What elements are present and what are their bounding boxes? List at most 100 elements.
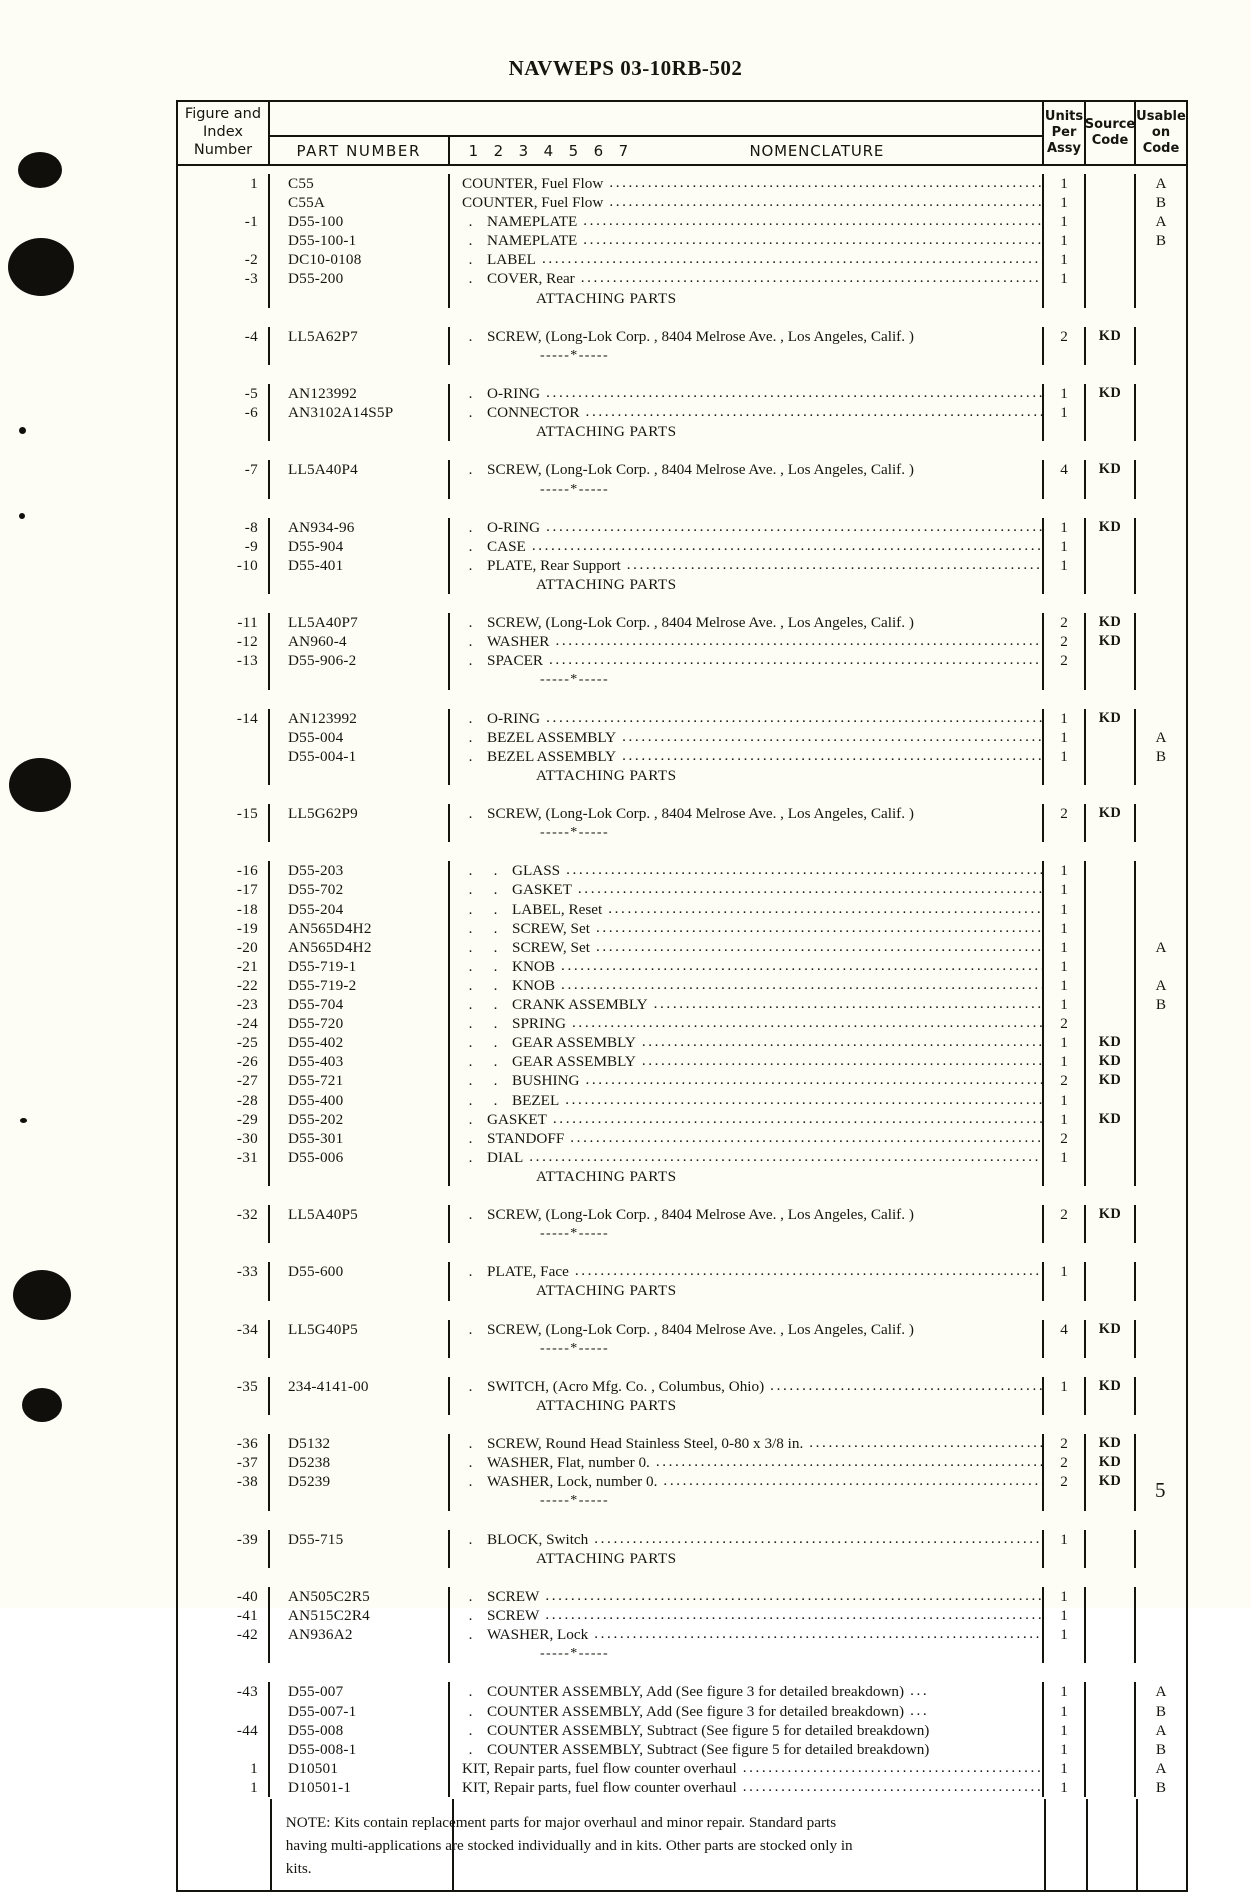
indent-dot: .: [468, 747, 473, 765]
attaching-parts-heading-row: ATTACHING PARTS: [178, 765, 1186, 785]
nomenclature-text: SCREW, (Long-Lok Corp. , 8404 Melrose Av…: [487, 327, 914, 345]
cell-usable-on-code: [1136, 1129, 1186, 1148]
cell-index: [178, 1338, 270, 1358]
nomenclature-text: PLATE, Face: [487, 1263, 569, 1281]
cell-units-per-assy: 2: [1044, 1205, 1086, 1225]
cell-usable-on-code: [1136, 1148, 1186, 1167]
dot-leader: [627, 556, 1042, 574]
cell-nomenclature: . BEZEL ASSEMBLY: [450, 746, 1044, 766]
cell-units-per-assy: [1044, 574, 1086, 595]
units-per-assy-line3: Assy: [1046, 140, 1081, 156]
cell-nomenclature: . SCREW, (Long-Lok Corp. , 8404 Melrose A…: [450, 326, 1044, 346]
section-separator-row: -----*-----: [178, 345, 1186, 365]
cell-usable-on-code: [1136, 346, 1186, 365]
nomenclature-line: . O-RING: [458, 384, 1042, 403]
table-row: -1D55-100. NAMEPLATE 1 A: [178, 212, 1186, 232]
table-row: 1C55COUNTER, Fuel Flow1A: [178, 174, 1186, 194]
cell-part-number: LL5A40P5: [270, 1205, 450, 1225]
cell-part-number: D5239: [270, 1472, 450, 1492]
cell-units-per-assy: [1044, 1281, 1086, 1301]
cell-part-number: LL5G40P5: [270, 1319, 450, 1339]
cell-nomenclature: .. CRANK ASSEMBLY: [450, 995, 1044, 1015]
cell-source-code: [1086, 975, 1136, 996]
cell-nomenclature: . SWITCH, (Acro Mfg. Co. , Columbus, Ohio…: [450, 1376, 1044, 1396]
cell-part-number: AN515C2R4: [270, 1606, 450, 1626]
indent-dot: .: [468, 1740, 473, 1758]
cell-usable-on-code: [1136, 1091, 1186, 1110]
cell-usable-on-code: [1136, 289, 1186, 308]
cell-source-code: [1086, 1644, 1136, 1664]
nomenclature-line: .. KNOB: [458, 957, 1042, 976]
cell-part-number: [270, 345, 450, 365]
cell-part-number: [270, 1281, 450, 1301]
cell-units-per-assy: 2: [1044, 613, 1086, 633]
cell-part-number: D55-008-1: [270, 1739, 450, 1759]
cell-usable-on-code: [1136, 1071, 1186, 1090]
cell-usable-on-code: [1136, 422, 1186, 441]
nomenclature-text: STANDOFF: [487, 1129, 565, 1147]
cell-index: 1: [178, 1758, 270, 1778]
cell-source-code: [1086, 1529, 1136, 1549]
cell-nomenclature: .. SCREW, Set: [450, 918, 1044, 938]
indent-dot: .: [468, 709, 473, 727]
indent-dot: .: [493, 996, 498, 1014]
cell-units-per-assy: 1: [1044, 975, 1086, 996]
note-right-columns: [1044, 1798, 1186, 1890]
cell-nomenclature: -----*-----: [450, 1224, 1044, 1244]
units-per-assy-line1: Units: [1044, 109, 1084, 125]
note-block: NOTE: Kits contain replacement parts for…: [178, 1798, 1186, 1890]
nomenclature-text: DIAL: [487, 1148, 524, 1166]
cell-nomenclature: ATTACHING PARTS: [450, 1166, 1044, 1186]
cell-part-number: [270, 1644, 450, 1664]
indent-dot: .: [468, 976, 473, 994]
cell-usable-on-code: A: [1155, 728, 1167, 746]
dot-leader: [532, 537, 1042, 555]
cell-units-per-assy: 1: [1044, 1758, 1086, 1778]
cell-index: -4: [178, 326, 270, 346]
nomenclature-line: .. SCREW, Set: [458, 938, 1042, 957]
cell-source-code: [1086, 1281, 1136, 1301]
nomenclature-line: . CONNECTOR: [458, 403, 1042, 422]
cell-usable-on-code: [1136, 1377, 1186, 1396]
dot-leader: [583, 231, 1042, 249]
indent-dot: .: [468, 1683, 473, 1701]
table-row: 1 D10501-1 KIT, Repair parts, fuel flow co…: [178, 1777, 1186, 1797]
cell-index: -1: [178, 212, 270, 232]
indent-dot: .: [493, 1034, 498, 1052]
nomenclature-text: WASHER: [487, 633, 550, 651]
cell-index: [178, 823, 270, 843]
nomenclature-line: . SCREW: [458, 1606, 1042, 1625]
cell-nomenclature: . SCREW, (Long-Lok Corp. , 8404 Melrose A…: [450, 804, 1044, 824]
cell-nomenclature: ATTACHING PARTS: [450, 1396, 1044, 1416]
indent-dot: .: [468, 633, 473, 651]
indent-dot: .: [468, 1377, 473, 1395]
cell-index: [178, 1548, 270, 1568]
cell-index: -14: [178, 708, 270, 728]
scan-speck: [19, 427, 26, 434]
table-row: D55-004. BEZEL ASSEMBLY 1 A: [178, 727, 1186, 747]
indent-dot: .: [468, 1530, 473, 1548]
nomenclature-text: SCREW, (Long-Lok Corp. , 8404 Melrose Av…: [487, 1320, 914, 1338]
cell-usable-on-code: [1136, 900, 1186, 919]
cell-usable-on-code: [1136, 1339, 1186, 1358]
separator-stars: -----*-----: [540, 347, 610, 363]
note-line-2: having multi-applications are stocked in…: [285, 1836, 853, 1854]
cell-index: -38: [178, 1472, 270, 1492]
nomenclature-line: . SPACER: [458, 651, 1042, 670]
nomenclature-text: COVER, Rear: [487, 270, 575, 288]
nomenclature-text: GLASS: [512, 862, 561, 880]
nomenclature-line: . DIAL: [458, 1148, 1042, 1167]
cell-nomenclature: COUNTER, Fuel Flow: [450, 174, 1044, 194]
cell-nomenclature: . COUNTER ASSEMBLY, Subtract (See figure …: [450, 1739, 1044, 1759]
cell-units-per-assy: 1: [1044, 250, 1086, 270]
indent-dot: .: [468, 1435, 473, 1453]
cell-source-code: [1086, 1147, 1136, 1167]
nomenclature-line: . SWITCH, (Acro Mfg. Co. , Columbus, Ohio…: [458, 1377, 1042, 1396]
row-spacer: [178, 785, 1186, 804]
cell-index: -20: [178, 937, 270, 957]
cell-units-per-assy: 1: [1044, 995, 1086, 1015]
cell-units-per-assy: [1044, 479, 1086, 499]
cell-usable-on-code: [1136, 537, 1186, 556]
indent-dot: .: [468, 251, 473, 269]
cell-part-number: D55-904: [270, 536, 450, 556]
